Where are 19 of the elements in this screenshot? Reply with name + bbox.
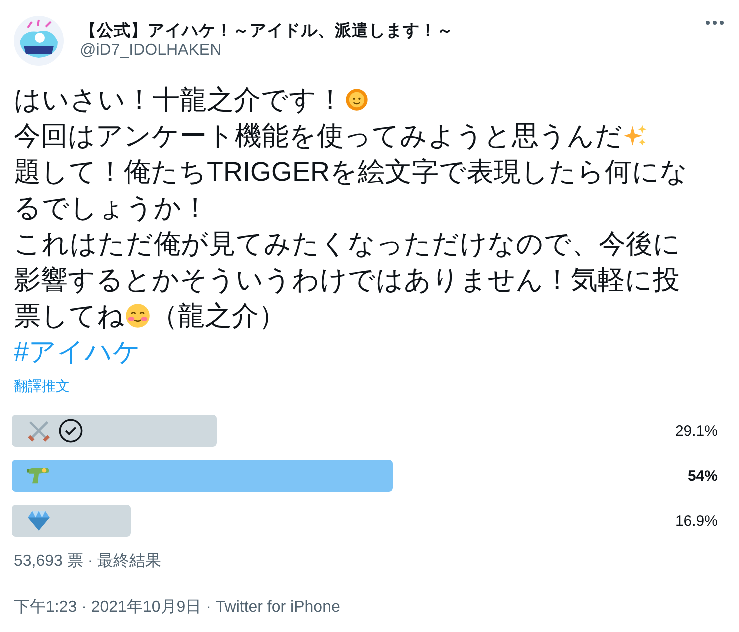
tweet-text: 影響するとかそういうわけではありません！気軽に投 [14,265,680,295]
tweet-timestamp[interactable]: 下午1:23 · 2021年10月9日 · Twitter for iPhone [14,596,725,620]
poll-summary: 53,693 票 · 最終結果 [14,552,163,572]
tweet-text: 票してね [14,301,125,331]
poll-percent: 29.1% [675,422,718,442]
tweet-text: はいさい！十龍之介です！ [14,85,344,115]
poll-percent: 16.9% [675,512,718,532]
tweet-text: （龍之介） [151,301,286,331]
account-handle[interactable]: @iD7_IDOLHAKEN [80,41,689,61]
more-icon[interactable] [705,20,725,26]
sun-icon [344,87,370,113]
tweet-text: 題して！俺たちTRIGGERを絵文字で表現したら何にな [14,157,688,187]
avatar-icon[interactable] [14,16,64,66]
smiling-face-icon [125,303,151,329]
tweet-text: るでしょうか！ [14,193,209,223]
account-name[interactable]: 【公式】アイハケ！～アイドル、派遣します！～ [80,21,689,41]
tweet-text: 今回はアンケート機能を使ってみようと思うんだ [14,121,623,151]
tweet-text: これはただ俺が見てみたくなっただけなので、今後に [14,229,681,259]
poll-percent: 54% [688,467,718,487]
